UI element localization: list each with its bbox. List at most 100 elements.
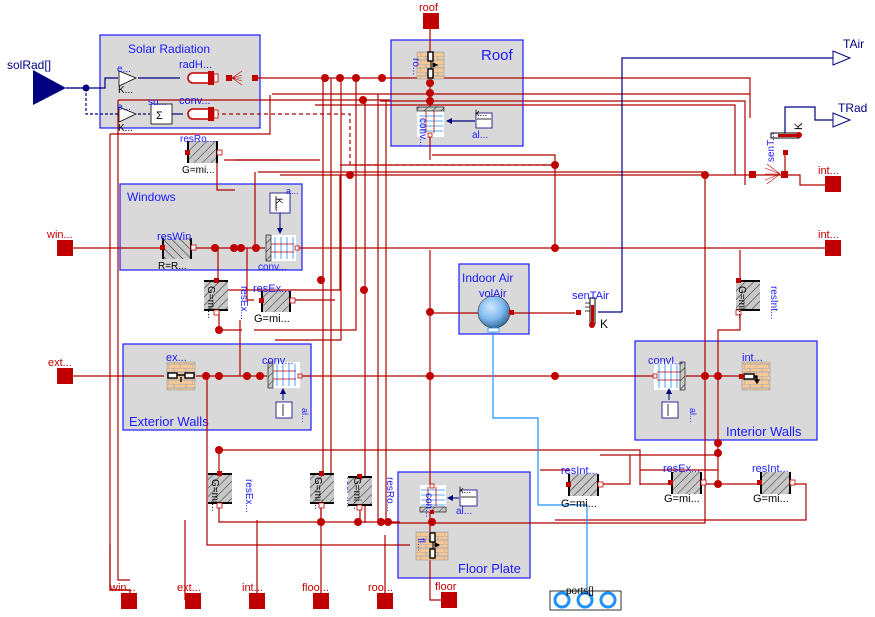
group-label-roof: Roof <box>481 47 514 64</box>
sen-t-rad-unit: K <box>793 122 805 130</box>
ext-conv-label: conv... <box>262 355 294 367</box>
ext-layer-label: ex... <box>166 352 187 364</box>
res-ext-low[interactable]: resEx... G=mi... <box>208 471 254 513</box>
solrad-input[interactable]: solRad[] <box>7 58 90 105</box>
int-port-top-right-label: int... <box>818 165 839 177</box>
ext-port[interactable]: ext... <box>48 357 73 384</box>
gain-bottom-label: e... <box>117 102 131 113</box>
res-ext-b-g-label: G=mi... <box>664 493 700 505</box>
res-roof-top-label: resRo... <box>180 134 215 145</box>
res-ext-horizontal-label: resEx... <box>253 283 290 295</box>
res-ext-low-label: resEx... <box>243 479 254 513</box>
floor-conv-label: con... <box>423 493 434 517</box>
bottom-port-win[interactable]: win... <box>109 582 137 609</box>
gain-bottom-k-label: K... <box>118 123 133 134</box>
int-alpha-label: al... <box>688 408 698 423</box>
res-ro-low-g-label: G=mi... <box>351 477 362 510</box>
sen-t-air[interactable]: senTAir K <box>572 290 609 331</box>
bottom-port-roo-label: roo... <box>368 582 393 594</box>
roof-alpha-label: al... <box>472 130 488 141</box>
res-roof-top[interactable]: resRo... G=mi... <box>180 134 223 176</box>
fluid-ports[interactable]: ports[] <box>549 586 622 611</box>
group-label-windows: Windows <box>127 190 176 204</box>
int-layer-label: int... <box>742 352 763 364</box>
res-int-vertical[interactable]: resInt... G=mi... <box>735 278 779 319</box>
win-k-label: K... <box>274 198 284 212</box>
group-label-solar: Solar Radiation <box>128 42 210 56</box>
radH-label: radH... <box>179 59 212 71</box>
fluid-ports-label: ports[] <box>566 586 594 597</box>
roof-k-label: k... <box>475 108 487 118</box>
modelica-diagram-canvas: Solar Radiation Roof Windows Indoor Air … <box>0 0 875 617</box>
bottom-port-roo[interactable]: roo... <box>368 582 393 609</box>
group-roof[interactable]: Roof <box>390 39 524 147</box>
bottom-port-floo[interactable]: floo... <box>302 582 329 609</box>
trad-output[interactable]: TRad <box>832 101 867 128</box>
res-ext-low-g-label: G=mi... <box>209 479 220 512</box>
res-win-label: resWin <box>157 231 191 243</box>
res-int-a[interactable]: resInt... G=mi... <box>561 465 604 510</box>
res-int-vertical-label: resInt... <box>768 286 779 319</box>
gain-top-k-label: K... <box>118 85 133 96</box>
ext-alpha-label: al... <box>300 408 310 423</box>
diagram-svg: Solar Radiation Roof Windows Indoor Air … <box>7 2 867 611</box>
group-label-exterior-walls: Exterior Walls <box>129 414 209 429</box>
floor-port[interactable]: floor <box>435 581 457 608</box>
floor-layer[interactable]: fl... <box>415 531 449 561</box>
ext-port-label: ext... <box>48 357 72 369</box>
res-win-r-label: R=R... <box>158 261 187 272</box>
win-port-label: win... <box>46 229 73 241</box>
int-port-mid-right-label: int... <box>818 229 839 241</box>
sen-t-rad-label: senT... <box>766 133 777 162</box>
group-label-floor-plate: Floor Plate <box>458 561 521 576</box>
res-int-b-label: resInt... <box>752 463 789 475</box>
win-conv-label: conv... <box>258 262 287 273</box>
res-int-a-g-label: G=mi... <box>561 498 597 510</box>
sen-t-air-label: senTAir <box>572 290 609 302</box>
res-ext-vertical-g-label: G=mi... <box>205 286 216 319</box>
floor-layer-label: fl... <box>415 538 426 551</box>
res-fl-g-label: G=mi... <box>312 477 323 510</box>
solrad-label: solRad[] <box>7 58 51 72</box>
tair-label: TAir <box>843 37 864 51</box>
win-a-label: a... <box>286 186 299 196</box>
vol-air-label: volAir <box>479 288 507 300</box>
group-label-interior-walls: Interior Walls <box>726 424 802 439</box>
floor-k-label: k... <box>459 485 471 495</box>
res-int-a-label: resInt... <box>561 465 598 477</box>
bottom-port-win-label: win... <box>109 582 136 594</box>
gain-top-label: e... <box>117 64 131 75</box>
int-port-top-right[interactable]: int... <box>818 165 841 192</box>
trad-label: TRad <box>838 101 867 115</box>
floor-alpha-label: al... <box>456 506 472 517</box>
int-port-mid-right[interactable]: int... <box>818 229 841 256</box>
res-ext-horizontal-g-label: G=mi... <box>254 313 290 325</box>
res-ext-horizontal[interactable]: resEx... G=mi... <box>253 283 296 325</box>
int-conv-label: convI... <box>648 355 683 367</box>
sum-symbol: Σ <box>156 110 163 122</box>
roof-conv-label: conv... <box>417 118 428 147</box>
roof-port-label: roof <box>419 2 439 14</box>
sum-label: su... <box>148 97 167 108</box>
floor-port-label: floor <box>435 581 457 593</box>
conv-solar-label: conv... <box>179 95 211 107</box>
res-ext-b-label: resEx... <box>663 463 700 475</box>
res-int-vertical-g-label: G=mi... <box>736 286 747 319</box>
win-port[interactable]: win... <box>46 229 73 256</box>
res-roof-top-g-label: G=mi... <box>182 165 215 176</box>
bottom-port-ext[interactable]: ext... <box>177 582 201 609</box>
bottom-port-int[interactable]: int... <box>242 582 265 609</box>
bottom-port-int-label: int... <box>242 582 263 594</box>
res-ext-b[interactable]: resEx... G=mi... <box>663 463 707 505</box>
roof-layer-label: ro... <box>410 58 421 75</box>
res-ext-vertical[interactable]: resEx... G=mi... <box>204 278 249 320</box>
res-ro-low-label: resRo... <box>384 477 395 512</box>
res-ext-vertical-label: resEx... <box>238 286 249 320</box>
res-ro-low[interactable]: resRo... G=mi... <box>348 474 395 512</box>
bottom-port-ext-label: ext... <box>177 582 201 594</box>
tair-output[interactable]: TAir <box>832 37 864 66</box>
roof-port[interactable]: roof <box>419 2 439 29</box>
sen-t-air-unit: K <box>600 317 608 331</box>
res-int-b[interactable]: resInt... G=mi... <box>752 463 796 505</box>
res-int-b-g-label: G=mi... <box>753 493 789 505</box>
